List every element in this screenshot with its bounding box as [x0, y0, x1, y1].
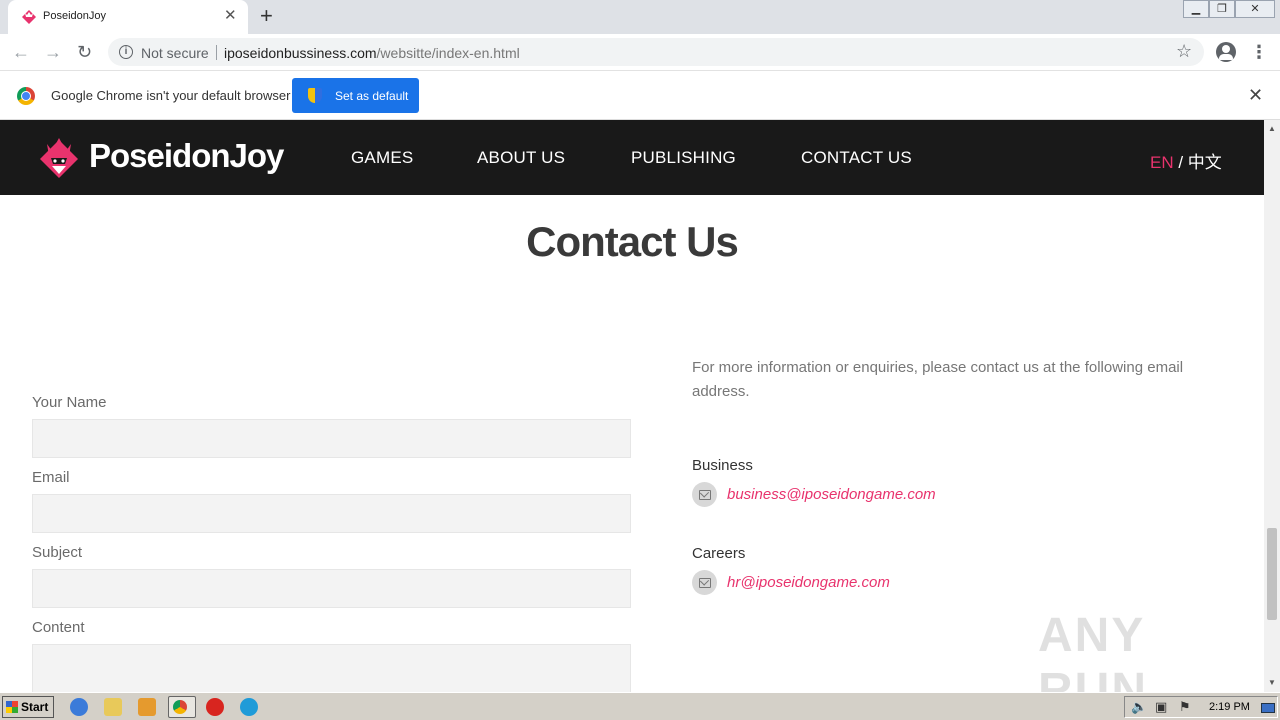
- action-center-flag-icon[interactable]: ⚑: [1179, 699, 1191, 715]
- taskbar-clock[interactable]: 2:19 PM: [1209, 701, 1250, 713]
- profile-icon[interactable]: [1216, 42, 1236, 62]
- restore-icon[interactable]: ❐: [1209, 0, 1235, 18]
- back-icon[interactable]: ←: [12, 41, 30, 63]
- page-scrollbar[interactable]: ▲ ▼: [1264, 120, 1280, 692]
- mail-icon: [692, 482, 717, 507]
- subject-label: Subject: [32, 544, 83, 561]
- page-viewport: PoseidonJoy GAMES ABOUT US PUBLISHING CO…: [0, 120, 1264, 692]
- minimize-icon[interactable]: ▁: [1183, 0, 1209, 18]
- scroll-thumb[interactable]: [1267, 528, 1277, 620]
- scroll-down-icon[interactable]: ▼: [1268, 678, 1276, 687]
- page-title: Contact Us: [526, 218, 739, 265]
- content-field[interactable]: [32, 644, 631, 692]
- edge-icon[interactable]: [240, 698, 258, 716]
- lang-separator: /: [1173, 153, 1188, 172]
- bookmark-star-icon[interactable]: ☆: [1176, 41, 1192, 62]
- set-as-default-button[interactable]: Set as default: [292, 78, 419, 113]
- windows-logo-icon: [6, 701, 18, 713]
- email-label: Email: [32, 469, 70, 486]
- tab-strip: PoseidonJoy ✕ + ▁ ❐ ✕: [0, 0, 1280, 34]
- email-field[interactable]: [32, 494, 631, 533]
- site-header: PoseidonJoy GAMES ABOUT US PUBLISHING CO…: [0, 120, 1264, 195]
- business-email-link[interactable]: business@iposeidongame.com: [727, 486, 936, 503]
- internet-explorer-icon[interactable]: [70, 698, 88, 716]
- network-icon[interactable]: ▣: [1155, 699, 1167, 715]
- nav-games[interactable]: GAMES: [351, 148, 413, 168]
- window-close-icon[interactable]: ✕: [1235, 0, 1275, 18]
- file-explorer-icon[interactable]: [104, 698, 122, 716]
- media-player-icon[interactable]: [138, 698, 156, 716]
- contact-intro: For more information or enquiries, pleas…: [692, 359, 1184, 400]
- info-icon[interactable]: i: [119, 45, 133, 59]
- forward-icon[interactable]: →: [44, 41, 62, 63]
- language-switcher: EN / 中文: [1150, 148, 1222, 173]
- nav-contact-us[interactable]: CONTACT US: [801, 148, 912, 168]
- show-desktop-icon[interactable]: [1261, 703, 1275, 713]
- poseidonjoy-logo-icon[interactable]: [38, 134, 80, 180]
- lang-en[interactable]: EN: [1150, 153, 1174, 172]
- volume-icon[interactable]: 🔈: [1131, 699, 1147, 715]
- scroll-up-icon[interactable]: ▲: [1268, 124, 1276, 133]
- url-text[interactable]: iposeidonbussiness.com/websitte/index-en…: [224, 45, 520, 61]
- tab-close-icon[interactable]: ✕: [224, 8, 237, 24]
- windows-taskbar: Start 🔈 ▣ ⚑ 2:19 PM: [0, 692, 1280, 720]
- set-as-default-label: Set as default: [335, 89, 409, 103]
- browser-tab[interactable]: PoseidonJoy ✕: [8, 0, 248, 34]
- shield-icon: [308, 88, 322, 103]
- mail-icon: [692, 570, 717, 595]
- nav-publishing[interactable]: PUBLISHING: [631, 148, 736, 168]
- new-tab-icon[interactable]: +: [260, 5, 273, 27]
- reload-icon[interactable]: ↻: [77, 41, 92, 63]
- poseidonjoy-favicon-icon: [22, 10, 36, 24]
- business-heading: Business: [692, 457, 753, 474]
- name-field[interactable]: [32, 419, 631, 458]
- content-label: Content: [32, 619, 85, 636]
- careers-heading: Careers: [692, 545, 746, 562]
- lang-zh[interactable]: 中文: [1188, 153, 1222, 172]
- infobar-message: Google Chrome isn't your default browser: [51, 88, 291, 103]
- nav-about-us[interactable]: ABOUT US: [477, 148, 565, 168]
- omnibox-divider: [216, 45, 217, 60]
- system-tray: 🔈 ▣ ⚑ 2:19 PM: [1124, 696, 1278, 718]
- site-logo-text[interactable]: PoseidonJoy: [89, 137, 284, 175]
- chrome-icon: [17, 87, 35, 105]
- start-button[interactable]: Start: [2, 696, 54, 718]
- infobar-close-icon[interactable]: ✕: [1248, 85, 1263, 105]
- url-host: iposeidonbussiness.com: [224, 45, 377, 61]
- name-label: Your Name: [32, 394, 107, 411]
- tab-title: PoseidonJoy: [43, 10, 106, 22]
- security-label: Not secure: [141, 45, 209, 61]
- chrome-taskbar-icon: [173, 700, 187, 714]
- careers-email-link[interactable]: hr@iposeidongame.com: [727, 574, 890, 591]
- browser-toolbar: ← → ↻ i Not secure iposeidonbussiness.co…: [0, 34, 1280, 71]
- anyrun-watermark: ANY RUN: [1038, 609, 1148, 692]
- url-path: /websitte/index-en.html: [376, 45, 520, 61]
- opera-icon[interactable]: [206, 698, 224, 716]
- default-browser-infobar: Google Chrome isn't your default browser…: [0, 72, 1280, 120]
- browser-menu-icon[interactable]: ⋮: [1250, 40, 1268, 64]
- start-label: Start: [21, 700, 49, 714]
- subject-field[interactable]: [32, 569, 631, 608]
- address-bar[interactable]: i Not secure iposeidonbussiness.com/webs…: [108, 38, 1204, 66]
